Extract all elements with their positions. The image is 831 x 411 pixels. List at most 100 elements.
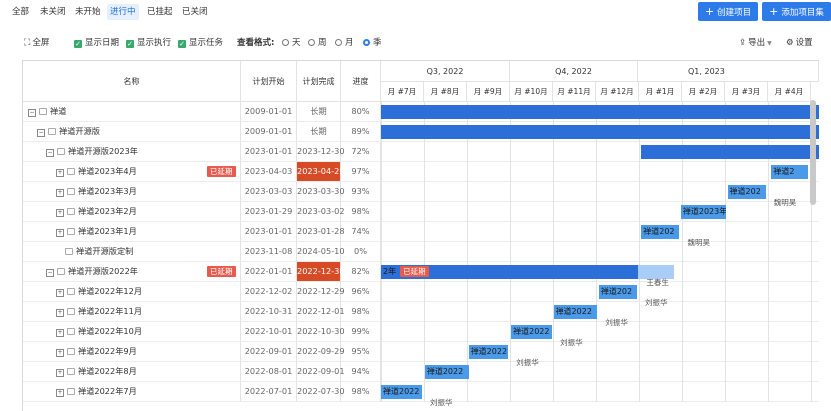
gantt-bar[interactable]: 禅道202 bbox=[598, 285, 638, 299]
collapse-icon[interactable]: − bbox=[46, 149, 54, 157]
row-name[interactable]: − 禅道开源版2023年 bbox=[23, 142, 241, 161]
collapse-icon[interactable]: − bbox=[37, 129, 45, 137]
gantt-bar[interactable]: 禅道2 bbox=[771, 165, 809, 179]
gantt-bar[interactable]: 禅道2022 bbox=[468, 345, 509, 359]
row-name[interactable]: + 禅道2022年11月 bbox=[23, 302, 241, 321]
expand-icon[interactable]: + bbox=[56, 189, 64, 197]
row-name[interactable]: + 禅道2022年8月 bbox=[23, 362, 241, 381]
gantt-bar[interactable]: 禅道202 bbox=[641, 225, 680, 239]
start-date: 2022-12-02 bbox=[241, 282, 297, 301]
format-quarter-label: 季 bbox=[373, 38, 382, 48]
collapse-icon[interactable]: − bbox=[46, 269, 54, 277]
collapse-icon[interactable]: − bbox=[28, 109, 36, 117]
row-name[interactable]: + 禅道2022年7月 bbox=[23, 382, 241, 401]
settings-label: 设置 bbox=[795, 38, 813, 48]
table-row[interactable]: + 禅道2022年11月 2022-10-31 2022-12-01 98% bbox=[23, 302, 819, 322]
gantt-bar[interactable] bbox=[641, 145, 819, 159]
table-row[interactable]: + 禅道2022年10月 2022-10-01 2022-10-30 99% bbox=[23, 322, 819, 342]
expand-icon[interactable]: + bbox=[56, 169, 64, 177]
expand-icon[interactable]: + bbox=[56, 289, 64, 297]
row-name[interactable]: + 禅道2023年3月 bbox=[23, 182, 241, 201]
format-month-radio[interactable]: 月 bbox=[335, 37, 354, 49]
row-name[interactable]: + 禅道2023年2月 bbox=[23, 202, 241, 221]
gantt-bar[interactable] bbox=[381, 125, 819, 139]
row-name[interactable]: + 禅道2023年4月 已延期 bbox=[23, 162, 241, 181]
gantt-bar[interactable] bbox=[381, 105, 819, 119]
table-row[interactable]: + 禅道2023年3月 2023-03-03 2023-03-30 93% bbox=[23, 182, 819, 202]
format-week-radio[interactable]: 周 bbox=[308, 37, 327, 49]
row-name[interactable]: − 禅道开源版 bbox=[23, 122, 241, 141]
column-header-start[interactable]: 计划开始 bbox=[241, 61, 297, 102]
progress-value: 95% bbox=[341, 342, 381, 361]
start-date: 2023-03-03 bbox=[241, 182, 297, 201]
row-name[interactable]: + 禅道2023年1月 bbox=[23, 222, 241, 241]
export-dropdown[interactable]: ⇪ 导出 ▼ bbox=[739, 37, 772, 49]
table-row[interactable]: + 禅道2022年12月 2022-12-02 2022-12-29 96% bbox=[23, 282, 819, 302]
project-icon bbox=[67, 228, 75, 235]
row-name[interactable]: + 禅道2022年9月 bbox=[23, 342, 241, 361]
column-header-end[interactable]: 计划完成 bbox=[297, 61, 341, 102]
settings-button[interactable]: ⚙ 设置 bbox=[786, 37, 813, 49]
gantt-bar[interactable]: 禅道2023年 bbox=[680, 205, 727, 219]
row-name-text: 禅道2022年10月 bbox=[78, 326, 143, 336]
tab-not-started[interactable]: 未开始 bbox=[72, 4, 104, 20]
expand-icon[interactable]: + bbox=[56, 229, 64, 237]
project-set-icon bbox=[48, 128, 56, 135]
table-row[interactable]: + 禅道2022年8月 2022-08-01 2022-09-01 94% bbox=[23, 362, 819, 382]
expand-icon[interactable]: + bbox=[56, 309, 64, 317]
table-row[interactable]: + 禅道2023年4月 已延期 2023-04-03 2023-04-29 97% bbox=[23, 162, 819, 182]
caret-down-icon: ▼ bbox=[767, 40, 772, 47]
gantt-bar[interactable]: 禅道2022 bbox=[553, 305, 598, 319]
gantt-bar[interactable]: 禅道2022 bbox=[424, 365, 469, 379]
expand-icon[interactable]: + bbox=[56, 209, 64, 217]
progress-value: 74% bbox=[341, 222, 381, 241]
project-icon bbox=[67, 168, 75, 175]
row-name[interactable]: − 禅道开源版2022年 已延期 bbox=[23, 262, 241, 281]
radio-icon bbox=[308, 39, 315, 46]
add-project-set-label: 添加项目集 bbox=[781, 8, 824, 18]
gantt-bar[interactable]: 禅道2022 bbox=[511, 325, 553, 339]
month-gridline bbox=[639, 102, 640, 402]
options-bar: ⛶ 全屏 ✓ 显示日期 ✓ 显示执行 ✓ 显示任务 查看格式: 天 周 月 季 ⇪ 导出 ▼… bbox=[0, 34, 831, 52]
month-header: 月 #7月 bbox=[381, 82, 424, 102]
show-task-checkbox[interactable]: ✓ 显示任务 bbox=[178, 37, 223, 49]
radio-icon bbox=[282, 39, 289, 46]
row-name[interactable]: + 禅道2022年10月 bbox=[23, 322, 241, 341]
tab-unclosed[interactable]: 未关闭 bbox=[37, 4, 69, 20]
tab-in-progress[interactable]: 进行中 bbox=[107, 4, 139, 20]
tab-suspended[interactable]: 已挂起 bbox=[144, 4, 176, 20]
tab-closed[interactable]: 已关闭 bbox=[179, 4, 211, 20]
start-date: 2023-01-01 bbox=[241, 142, 297, 161]
expand-icon[interactable]: + bbox=[56, 369, 64, 377]
format-day-radio[interactable]: 天 bbox=[282, 37, 301, 49]
show-date-checkbox[interactable]: ✓ 显示日期 bbox=[74, 37, 119, 49]
row-name[interactable]: − 禅道 bbox=[23, 102, 241, 121]
end-date: 2022-10-30 bbox=[297, 322, 345, 341]
gantt-bar[interactable]: 禅道202 bbox=[727, 185, 766, 199]
show-exec-checkbox[interactable]: ✓ 显示执行 bbox=[126, 37, 171, 49]
show-exec-label: 显示执行 bbox=[137, 38, 172, 48]
gantt-bar[interactable]: 2年 已延期 bbox=[381, 265, 639, 279]
row-name[interactable]: + 禅道2022年12月 bbox=[23, 282, 241, 301]
column-header-name[interactable]: 名称 bbox=[23, 61, 241, 102]
row-name[interactable]: 禅道开源版定制 bbox=[23, 242, 241, 261]
gantt-bar-label: 禅道2 bbox=[773, 167, 795, 176]
view-format-label: 查看格式: bbox=[237, 38, 275, 48]
expand-icon[interactable]: + bbox=[56, 349, 64, 357]
column-header-progress[interactable]: 进度 bbox=[341, 61, 381, 102]
add-project-set-button[interactable]: + 添加项目集 bbox=[762, 2, 831, 21]
tab-all[interactable]: 全部 bbox=[9, 4, 32, 20]
fullscreen-toggle[interactable]: ⛶ 全屏 bbox=[24, 37, 49, 49]
month-header: 月 #8月 bbox=[424, 82, 467, 102]
progress-value: 97% bbox=[341, 162, 381, 181]
expand-icon[interactable]: + bbox=[56, 329, 64, 337]
month-gridline bbox=[553, 102, 554, 402]
gantt-bar[interactable]: 禅道2022 bbox=[381, 385, 423, 399]
quarter-header: Q1, 2023 bbox=[638, 61, 819, 82]
format-quarter-radio[interactable]: 季 bbox=[363, 37, 382, 49]
expand-icon[interactable]: + bbox=[56, 389, 64, 397]
month-header: 月 #2月 bbox=[682, 82, 725, 102]
table-row[interactable]: + 禅道2022年9月 2022-09-01 2022-09-29 95% bbox=[23, 342, 819, 362]
vertical-scrollbar[interactable] bbox=[810, 100, 816, 205]
create-project-button[interactable]: + 创建项目 bbox=[698, 2, 758, 21]
